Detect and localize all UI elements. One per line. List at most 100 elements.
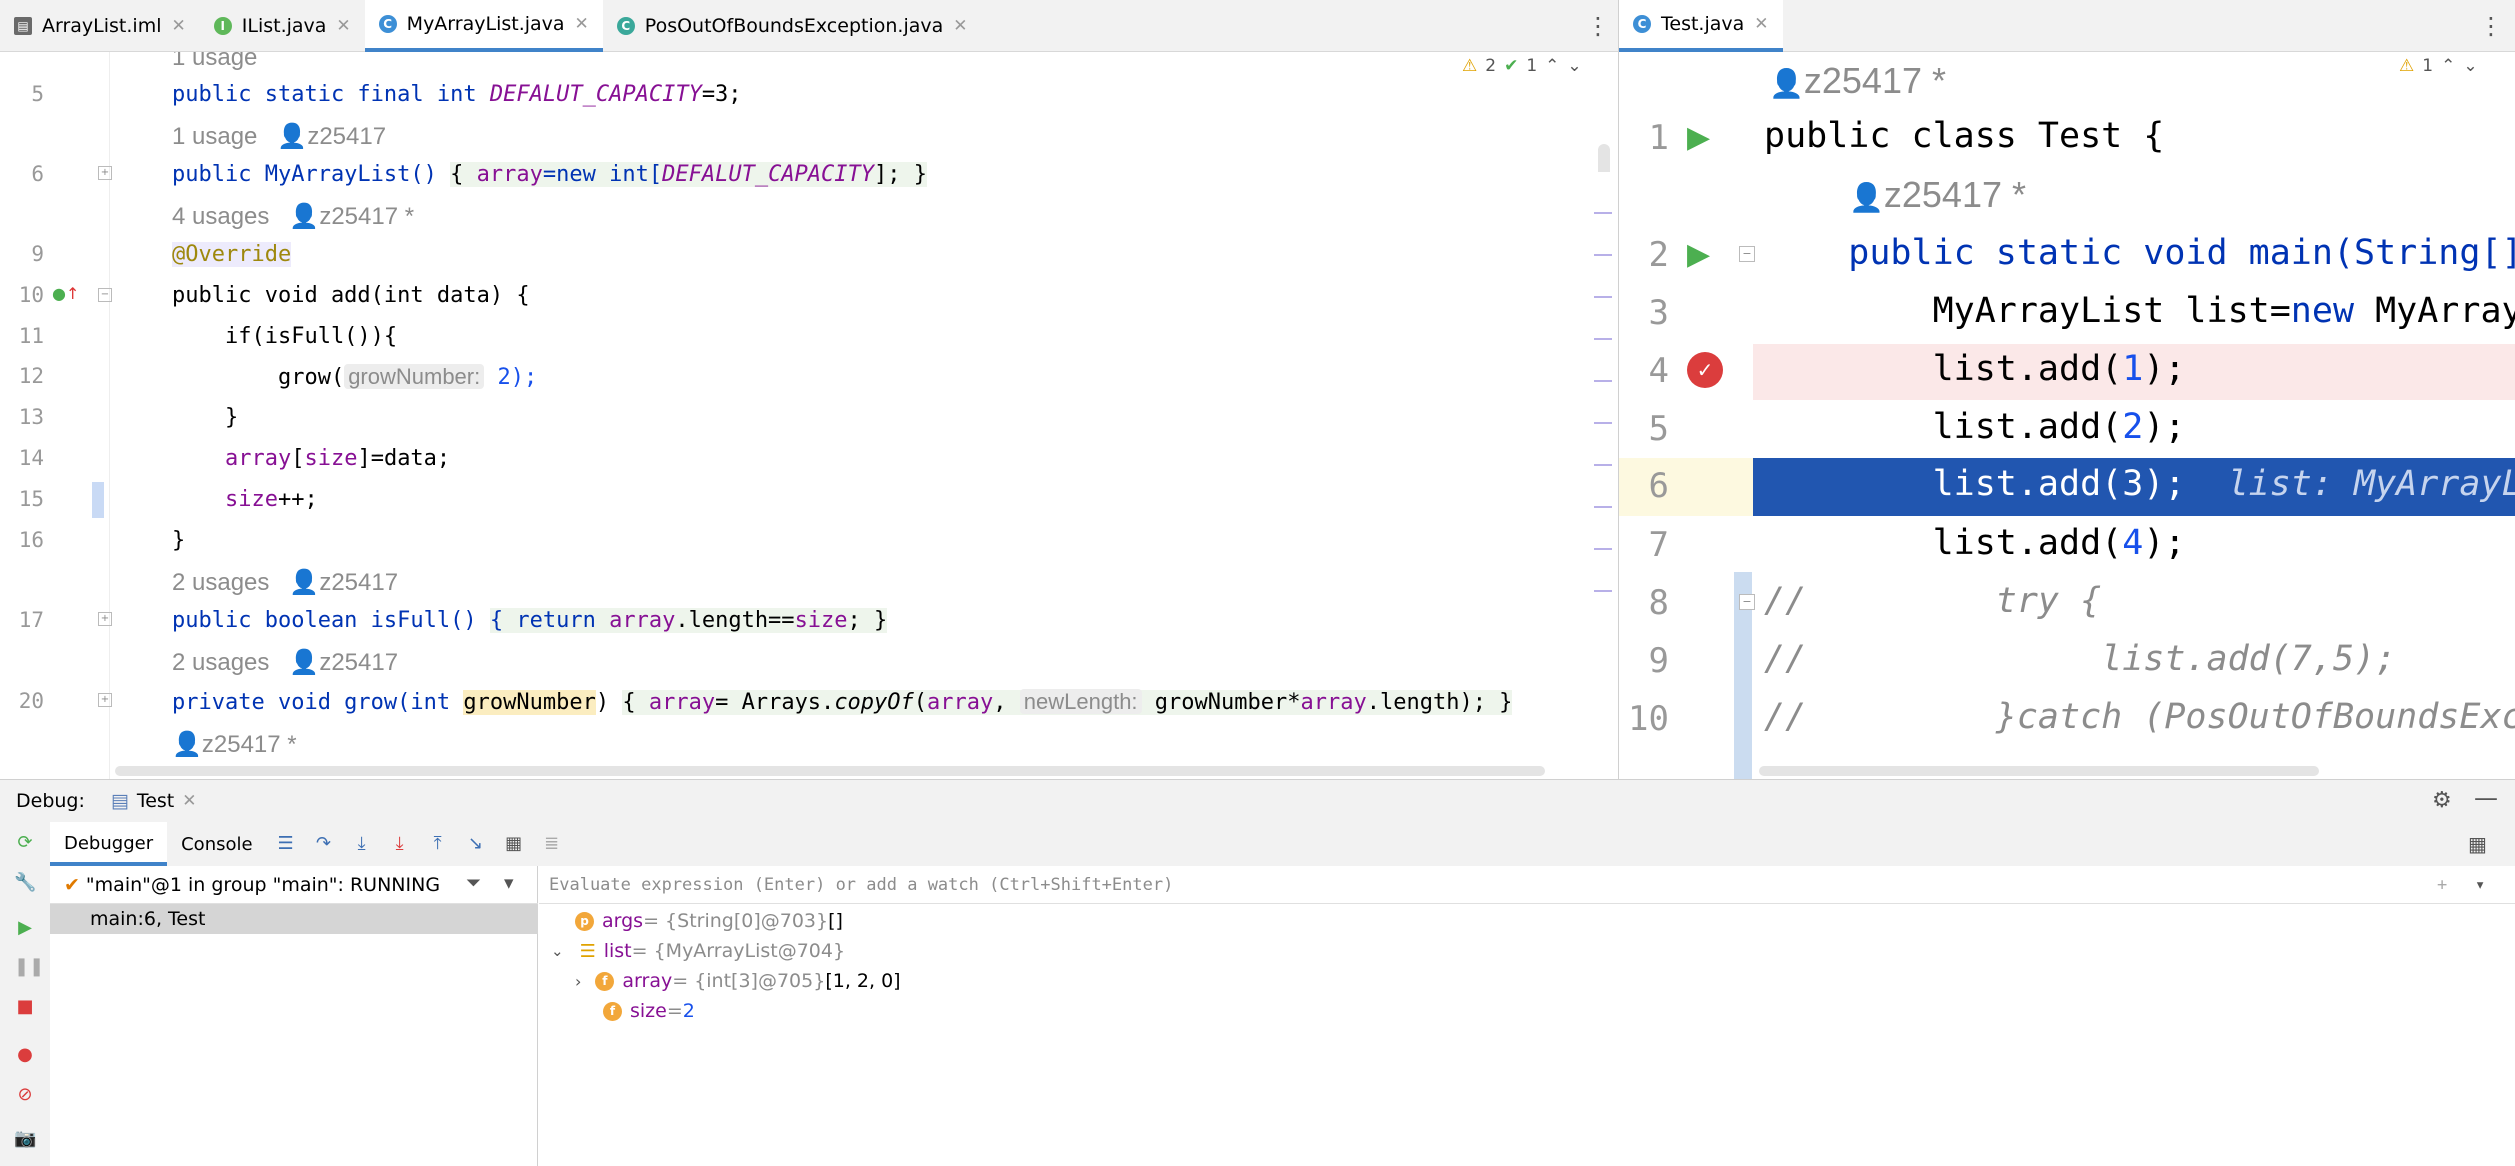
close-icon[interactable]: ✕ <box>953 16 967 36</box>
force-step-into-icon[interactable]: ⤓ <box>389 833 411 855</box>
code-line-9[interactable]: // list.add(7,5); <box>1764 639 2396 679</box>
filter-icon[interactable]: ⏷ <box>466 872 481 894</box>
step-into-icon[interactable]: ⤓ <box>351 833 373 855</box>
code-line-3[interactable]: MyArrayList list=new MyArrayL <box>1764 291 2515 331</box>
run-icon[interactable]: ▶ <box>1687 237 1710 272</box>
fold-icon[interactable]: − <box>98 288 112 302</box>
tab-ilist-java[interactable]: I IList.java ✕ <box>200 0 365 52</box>
usages-hint[interactable]: 1 usage 👤z25417 <box>172 122 386 151</box>
variable-size[interactable]: f size = 2 <box>603 1000 695 1022</box>
code-line-15[interactable]: size++; <box>172 487 318 512</box>
layout-icon[interactable]: ☰ <box>275 833 297 855</box>
author-hint[interactable]: 👤z25417 * <box>1849 174 2026 216</box>
camera-icon[interactable]: 📷 <box>14 1128 36 1150</box>
close-icon[interactable]: ✕ <box>575 14 589 34</box>
add-watch-icon[interactable]: + <box>2437 866 2447 904</box>
pause-icon[interactable]: ❚❚ <box>14 956 44 978</box>
code-line-8[interactable]: // try { <box>1764 581 2101 621</box>
step-over-icon[interactable]: ↷ <box>313 833 335 855</box>
usages-hint[interactable]: 2 usages 👤z25417 <box>172 568 398 597</box>
code-line-1[interactable]: public class Test { <box>1764 116 2164 156</box>
line-number: 5 <box>31 82 44 106</box>
run-icon[interactable]: ▶ <box>1687 120 1710 155</box>
fold-icon[interactable]: − <box>1739 594 1755 610</box>
run-to-cursor-icon[interactable]: ↘ <box>465 833 487 855</box>
fold-icon[interactable]: + <box>98 612 112 626</box>
code-line-17[interactable]: public boolean isFull() { return array.l… <box>172 608 888 633</box>
usages-hint[interactable]: 2 usages 👤z25417 <box>172 648 398 677</box>
code-line-11[interactable]: if(isFull()){ <box>172 324 397 349</box>
chevron-down-icon[interactable]: ▾ <box>504 872 514 894</box>
tab-myarraylist-java[interactable]: C MyArrayList.java ✕ <box>364 0 603 52</box>
code-line-20[interactable]: private void grow(int growNumber) { arra… <box>172 689 1513 715</box>
variable-array[interactable]: › f array = {int[3]@705} [1, 2, 0] <box>575 970 901 992</box>
code-line-5[interactable]: list.add(2); <box>1764 407 2186 447</box>
resume-icon[interactable]: ▶ <box>14 917 36 939</box>
author-hint[interactable]: 👤z25417 * <box>172 730 297 759</box>
code-line-6[interactable]: public MyArrayList() { array=new int[DEF… <box>172 162 928 187</box>
code-line-14[interactable]: array[size]=data; <box>172 446 450 471</box>
override-gutter-icon[interactable]: ●↑ <box>52 284 79 303</box>
view-breakpoints-icon[interactable]: ● <box>14 1044 36 1066</box>
variable-args[interactable]: p args = {String[0]@703} [] <box>575 910 843 932</box>
close-icon[interactable]: ✕ <box>1754 14 1768 34</box>
code-line-10[interactable]: // }catch (PosOutOfBoundsExc <box>1764 697 2515 737</box>
trace-icon[interactable]: ≣ <box>541 833 563 855</box>
horizontal-scrollbar[interactable] <box>1759 766 2319 776</box>
more-tabs-icon[interactable]: ⋮ <box>2479 12 2503 40</box>
line-number: 17 <box>18 608 44 632</box>
fold-icon[interactable]: − <box>1739 246 1755 262</box>
code-line-9[interactable]: @Override <box>172 242 292 267</box>
code-line-12[interactable]: grow(growNumber: 2); <box>172 364 537 390</box>
usages-hint[interactable]: 4 usages 👤z25417 * <box>172 202 414 231</box>
right-editor[interactable]: ⚠ 1 ⌃ ⌄ 👤z25417 * 1 ▶ public class Test {… <box>1618 52 2515 779</box>
code-line-13[interactable]: } <box>172 405 238 430</box>
chevron-down-icon[interactable]: ▾ <box>2475 866 2485 904</box>
tab-debugger[interactable]: Debugger <box>50 822 168 866</box>
evaluate-icon[interactable]: ▦ <box>503 833 525 855</box>
session-tab[interactable]: ▤ Test ✕ <box>111 790 197 812</box>
code-line-16[interactable]: } <box>172 528 185 553</box>
thread-selector[interactable]: ✔ "main"@1 in group "main": RUNNING ⏷ ▾ <box>50 866 538 904</box>
close-icon[interactable]: ✕ <box>172 16 186 36</box>
rerun-icon[interactable]: ⟳ <box>14 832 36 854</box>
close-icon[interactable]: ✕ <box>182 791 196 811</box>
inspection-widget[interactable]: ⚠ 2 ✔ 1 ⌃ ⌄ <box>1462 56 1582 76</box>
step-out-icon[interactable]: ⤒ <box>427 833 449 855</box>
horizontal-scrollbar[interactable] <box>115 766 1545 776</box>
tab-arraylist-iml[interactable]: ▤ ArrayList.iml ✕ <box>0 0 200 52</box>
inspection-widget[interactable]: ⚠ 1 ⌃ ⌄ <box>2399 56 2478 76</box>
usages-hint[interactable]: 1 usage <box>172 52 257 72</box>
code-line-4[interactable]: list.add(1); <box>1764 349 2186 389</box>
stop-icon[interactable]: ■ <box>14 996 36 1018</box>
chevron-up-icon[interactable]: ⌃ <box>1545 56 1559 76</box>
chevron-down-icon[interactable]: ⌄ <box>1567 56 1581 76</box>
evaluate-input[interactable]: Evaluate expression (Enter) or add a wat… <box>539 866 2515 904</box>
mute-breakpoints-icon[interactable]: ⊘ <box>14 1084 36 1106</box>
code-line-6[interactable]: list.add(3); list: MyArrayL <box>1764 464 2515 504</box>
gear-icon[interactable]: ⚙ <box>2432 788 2452 813</box>
author-hint[interactable]: 👤z25417 * <box>1769 60 1946 102</box>
code-line-5[interactable]: public static final int DEFALUT_CAPACITY… <box>172 82 742 107</box>
chevron-right-icon[interactable]: › <box>575 972 581 991</box>
chevron-down-icon[interactable]: ⌄ <box>551 942 564 960</box>
more-tabs-icon[interactable]: ⋮ <box>1586 12 1610 40</box>
code-line-7[interactable]: list.add(4); <box>1764 523 2186 563</box>
close-icon[interactable]: ✕ <box>336 16 350 36</box>
breakpoint-icon[interactable]: ✓ <box>1687 352 1723 388</box>
chevron-up-icon[interactable]: ⌃ <box>2441 56 2455 76</box>
fold-icon[interactable]: + <box>98 693 112 707</box>
chevron-down-icon[interactable]: ⌄ <box>2463 56 2477 76</box>
fold-icon[interactable]: + <box>98 166 112 180</box>
tab-test-java[interactable]: C Test.java ✕ <box>1619 0 1783 52</box>
left-editor[interactable]: ⚠ 2 ✔ 1 ⌃ ⌄ 1 usage 5 public static final … <box>0 52 1615 779</box>
variable-list[interactable]: ⌄ ☰ list = {MyArrayList@704} <box>551 940 845 962</box>
tab-posoutofbounds-java[interactable]: C PosOutOfBoundsException.java ✕ <box>603 0 982 52</box>
code-line-10[interactable]: public void add(int data) { <box>172 283 530 308</box>
restore-layout-icon[interactable]: ▦ <box>2468 832 2487 856</box>
code-line-2[interactable]: public static void main(String[] <box>1764 233 2515 273</box>
tab-console[interactable]: Console <box>167 834 266 855</box>
frame-item[interactable]: main:6, Test <box>50 904 538 934</box>
minimize-icon[interactable]: — <box>2474 784 2498 812</box>
wrench-icon[interactable]: 🔧 <box>14 872 36 894</box>
